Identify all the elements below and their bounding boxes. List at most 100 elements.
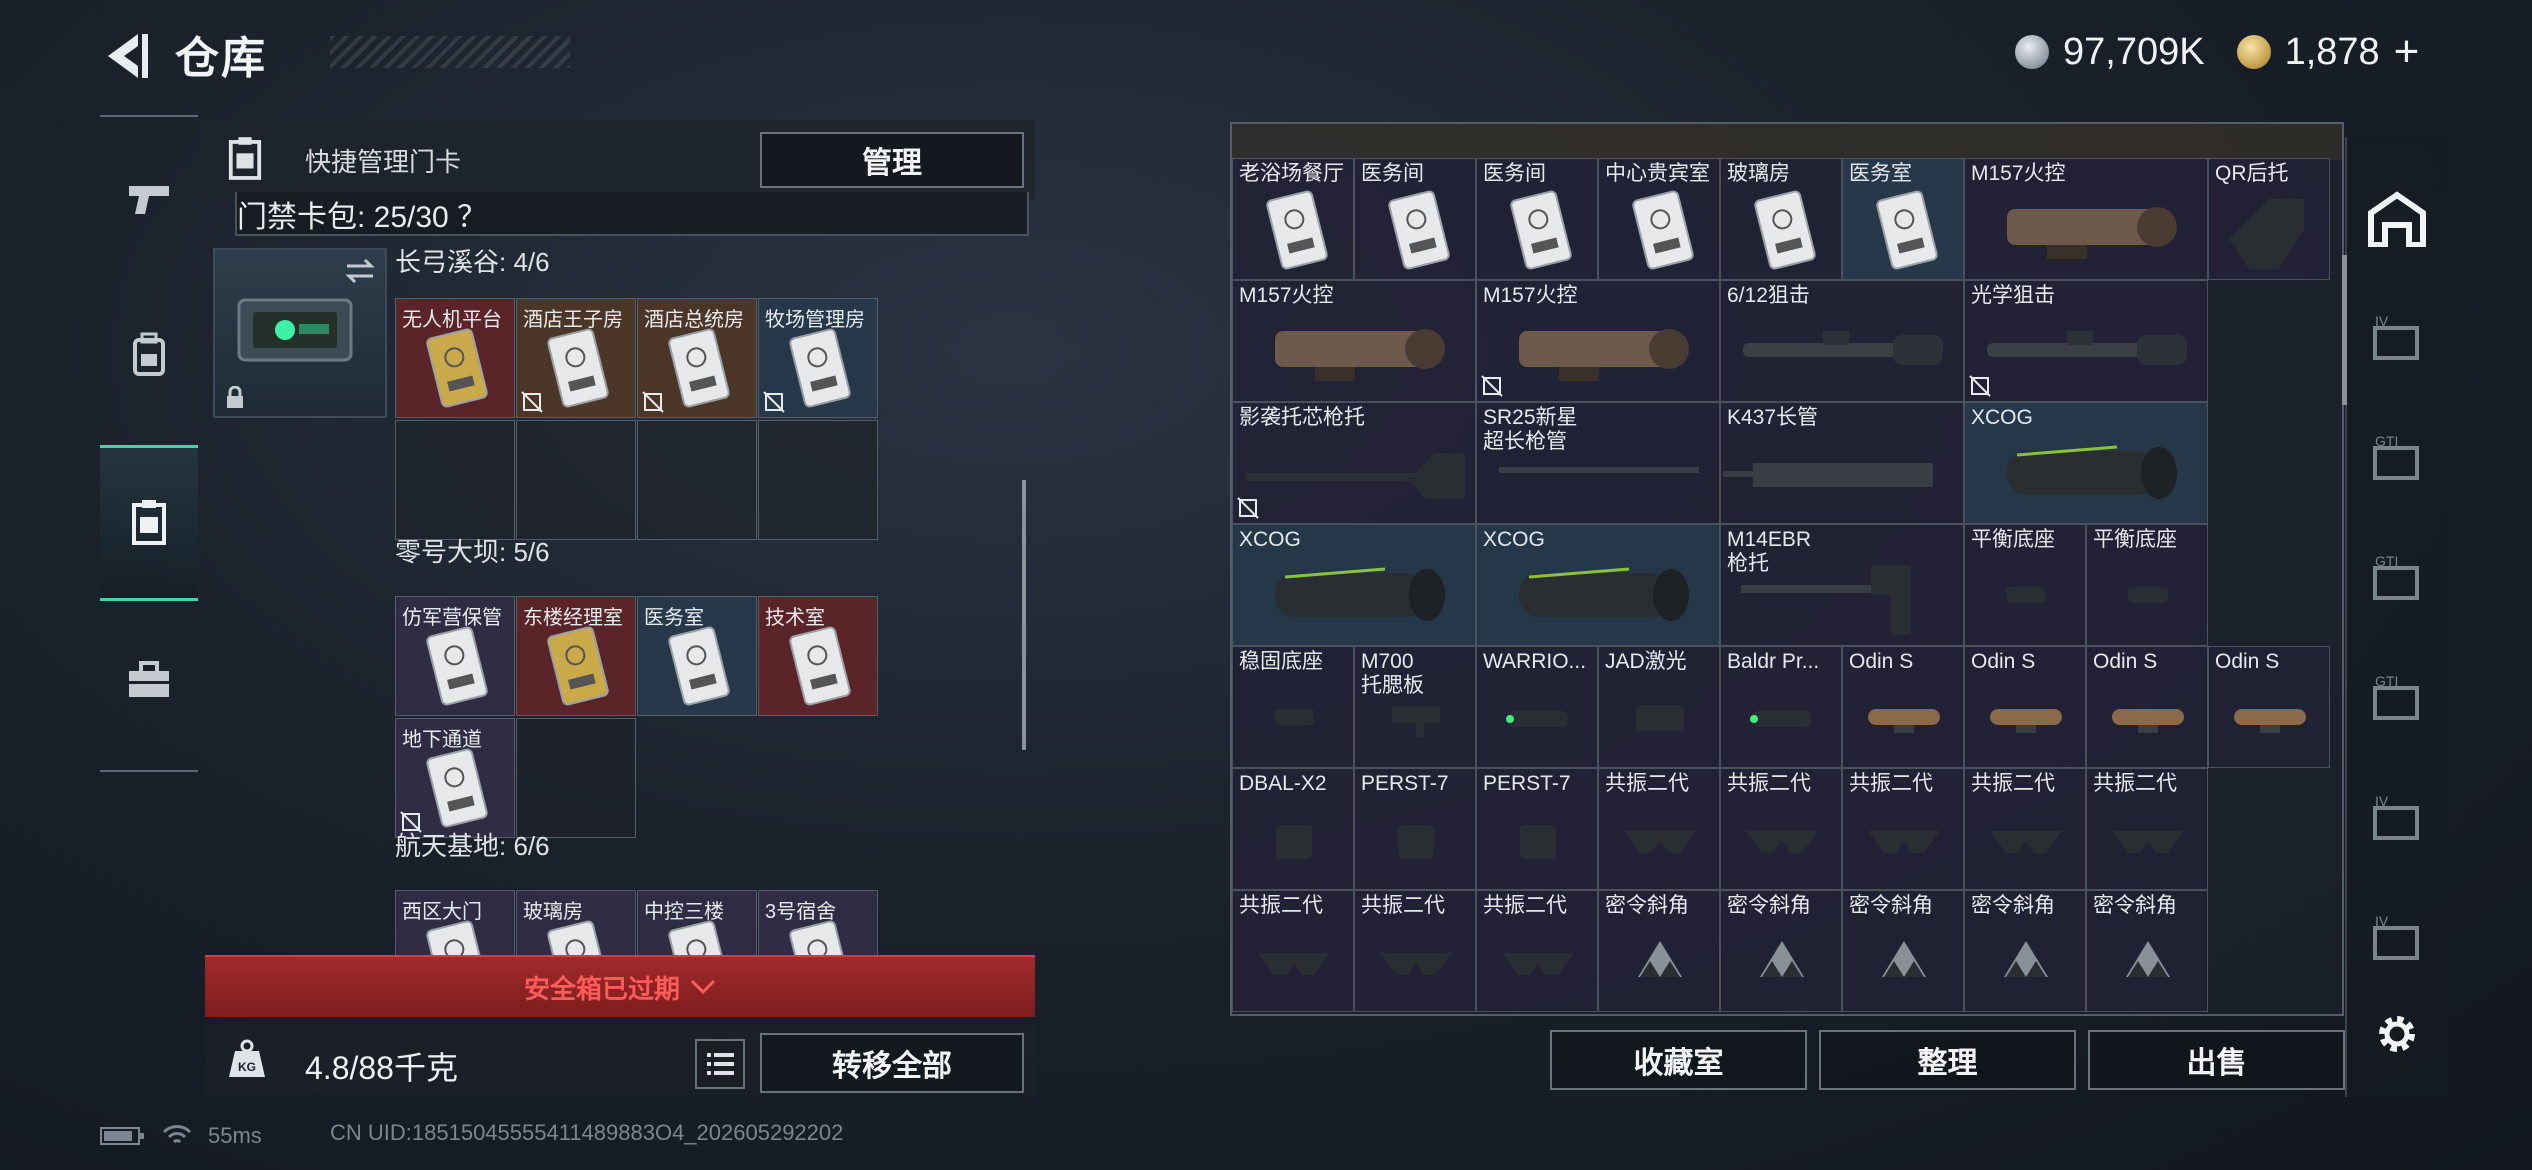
storage-item[interactable]: Baldr Pr... bbox=[1720, 646, 1842, 768]
storage-item[interactable]: 老浴场餐厅 bbox=[1232, 158, 1354, 280]
keycard-pack-count[interactable]: 门禁卡包: 25/30 ？ bbox=[235, 192, 1029, 236]
storage-item[interactable]: 共振二代 bbox=[2086, 768, 2208, 890]
collection-room-button[interactable]: 收藏室 bbox=[1550, 1030, 1807, 1090]
storage-page-tab-1[interactable]: IV bbox=[2355, 297, 2439, 381]
storage-page-tab-4[interactable]: GTI bbox=[2355, 657, 2439, 741]
storage-item[interactable]: Odin S bbox=[1842, 646, 1964, 768]
storage-item[interactable]: 密令斜角 bbox=[1720, 890, 1842, 1012]
storage-item[interactable]: Odin S bbox=[1964, 646, 2086, 768]
storage-item[interactable]: M157火控 bbox=[1232, 280, 1476, 402]
storage-item-label: XCOG bbox=[1971, 406, 2033, 429]
empty-keycard-slot[interactable] bbox=[395, 420, 515, 540]
swap-icon[interactable] bbox=[345, 258, 375, 284]
keycard-slot[interactable]: 无人机平台 bbox=[395, 298, 515, 418]
storage-page-tab-2[interactable]: GTI bbox=[2355, 417, 2439, 501]
weight-value: 4.8/88千克 bbox=[305, 1050, 458, 1086]
storage-item[interactable]: Odin S bbox=[2086, 646, 2208, 768]
keycard-slot[interactable]: 酒店总统房 bbox=[637, 298, 757, 418]
storage-item[interactable]: PERST-7 bbox=[1354, 768, 1476, 890]
storage-item-label: JAD激光 bbox=[1605, 650, 1687, 673]
empty-keycard-slot[interactable] bbox=[758, 420, 878, 540]
storage-item[interactable]: M14EBR 枪托 bbox=[1720, 524, 1964, 646]
transfer-all-button[interactable]: 转移全部 bbox=[760, 1033, 1024, 1093]
storage-item[interactable]: 共振二代 bbox=[1476, 890, 1598, 1012]
storage-item[interactable]: M157火控 bbox=[1964, 158, 2208, 280]
no-trade-icon bbox=[642, 391, 664, 413]
keycard-icon bbox=[789, 626, 851, 706]
storage-page-tab-3[interactable]: GTI bbox=[2355, 537, 2439, 621]
storage-item[interactable]: 影袭托芯枪托 bbox=[1232, 402, 1476, 524]
storage-item-label: 密令斜角 bbox=[1971, 894, 2055, 917]
storage-item[interactable]: 中心贵宾室 bbox=[1598, 158, 1720, 280]
storage-item[interactable]: 医务室 bbox=[1842, 158, 1964, 280]
storage-item[interactable]: 密令斜角 bbox=[1598, 890, 1720, 1012]
storage-item[interactable]: Odin S bbox=[2208, 646, 2330, 768]
storage-item[interactable]: 共振二代 bbox=[1964, 768, 2086, 890]
storage-item[interactable]: 平衡底座 bbox=[1964, 524, 2086, 646]
nav-weapons[interactable] bbox=[100, 125, 198, 275]
storage-item[interactable]: 稳固底座 bbox=[1232, 646, 1354, 768]
storage-home-tab[interactable] bbox=[2355, 177, 2439, 261]
storage-item[interactable]: 密令斜角 bbox=[2086, 890, 2208, 1012]
storage-scrollbar[interactable] bbox=[2342, 255, 2347, 405]
keycard-slot[interactable]: 医务室 bbox=[637, 596, 757, 716]
empty-keycard-slot[interactable] bbox=[516, 420, 636, 540]
storage-item[interactable]: XCOG bbox=[1476, 524, 1720, 646]
storage-item[interactable]: JAD激光 bbox=[1598, 646, 1720, 768]
storage-page-icon: GTI bbox=[2373, 434, 2419, 480]
svg-text:IV: IV bbox=[2375, 914, 2389, 929]
storage-item[interactable]: 6/12狙击 bbox=[1720, 280, 1964, 402]
keycard-icon bbox=[789, 328, 851, 408]
empty-keycard-slot[interactable] bbox=[516, 718, 636, 838]
storage-item[interactable]: M700 托腮板 bbox=[1354, 646, 1476, 768]
storage-item[interactable]: DBAL-X2 bbox=[1232, 768, 1354, 890]
storage-item[interactable]: 平衡底座 bbox=[2086, 524, 2208, 646]
keycard-slot[interactable]: 仿军营保管 bbox=[395, 596, 515, 716]
keycard-slot[interactable]: 技术室 bbox=[758, 596, 878, 716]
storage-item[interactable]: 密令斜角 bbox=[1842, 890, 1964, 1012]
storage-item[interactable]: M157火控 bbox=[1476, 280, 1720, 402]
sort-button[interactable]: 整理 bbox=[1819, 1030, 2076, 1090]
manage-button[interactable]: 管理 bbox=[760, 132, 1024, 188]
storage-page-tab-6[interactable]: IV bbox=[2355, 897, 2439, 981]
storage-item-label: 医务间 bbox=[1361, 162, 1424, 185]
storage-actions: 收藏室 整理 出售 bbox=[1550, 1030, 2345, 1090]
storage-item[interactable]: SR25新星 超长枪管 bbox=[1476, 402, 1720, 524]
storage-item-label: 平衡底座 bbox=[1971, 528, 2055, 551]
storage-page-tab-5[interactable]: IV bbox=[2355, 777, 2439, 861]
add-currency-button[interactable]: + bbox=[2394, 27, 2420, 77]
storage-item[interactable]: QR后托 bbox=[2208, 158, 2330, 280]
storage-item[interactable]: 医务间 bbox=[1354, 158, 1476, 280]
empty-keycard-slot[interactable] bbox=[637, 420, 757, 540]
nav-equipment[interactable] bbox=[100, 280, 198, 430]
storage-item[interactable]: 共振二代 bbox=[1232, 890, 1354, 1012]
storage-item[interactable]: WARRIO... bbox=[1476, 646, 1598, 768]
storage-item-label: M700 托腮板 bbox=[1361, 650, 1424, 697]
nav-keycards[interactable] bbox=[100, 445, 198, 601]
storage-item[interactable]: 共振二代 bbox=[1598, 768, 1720, 890]
keycard-slot[interactable]: 牧场管理房 bbox=[758, 298, 878, 418]
storage-item[interactable]: XCOG bbox=[1232, 524, 1476, 646]
keycard-slot[interactable]: 东楼经理室 bbox=[516, 596, 636, 716]
nav-items[interactable] bbox=[100, 605, 198, 755]
storage-item[interactable]: 医务间 bbox=[1476, 158, 1598, 280]
sell-button[interactable]: 出售 bbox=[2088, 1030, 2345, 1090]
storage-item[interactable]: 共振二代 bbox=[1720, 768, 1842, 890]
settings-button[interactable] bbox=[2355, 992, 2439, 1076]
equipped-keycard-slot[interactable] bbox=[213, 248, 387, 418]
keycard-slot[interactable]: 酒店王子房 bbox=[516, 298, 636, 418]
storage-item[interactable]: 光学狙击 bbox=[1964, 280, 2208, 402]
storage-item[interactable]: PERST-7 bbox=[1476, 768, 1598, 890]
storage-item[interactable]: XCOG bbox=[1964, 402, 2208, 524]
keycard-slot[interactable]: 地下通道 bbox=[395, 718, 515, 838]
storage-item[interactable]: 玻璃房 bbox=[1720, 158, 1842, 280]
keycard-scrollbar[interactable] bbox=[1022, 480, 1026, 750]
storage-item[interactable]: K437长管 bbox=[1720, 402, 1964, 524]
storage-item[interactable]: 密令斜角 bbox=[1964, 890, 2086, 1012]
keycard-icon bbox=[547, 328, 609, 408]
storage-item[interactable]: 共振二代 bbox=[1842, 768, 1964, 890]
back-arrow-icon[interactable] bbox=[98, 28, 154, 84]
storage-item[interactable]: 共振二代 bbox=[1354, 890, 1476, 1012]
safe-box-expired-bar[interactable]: 安全箱已过期 bbox=[205, 955, 1035, 1017]
list-view-button[interactable] bbox=[695, 1039, 745, 1089]
